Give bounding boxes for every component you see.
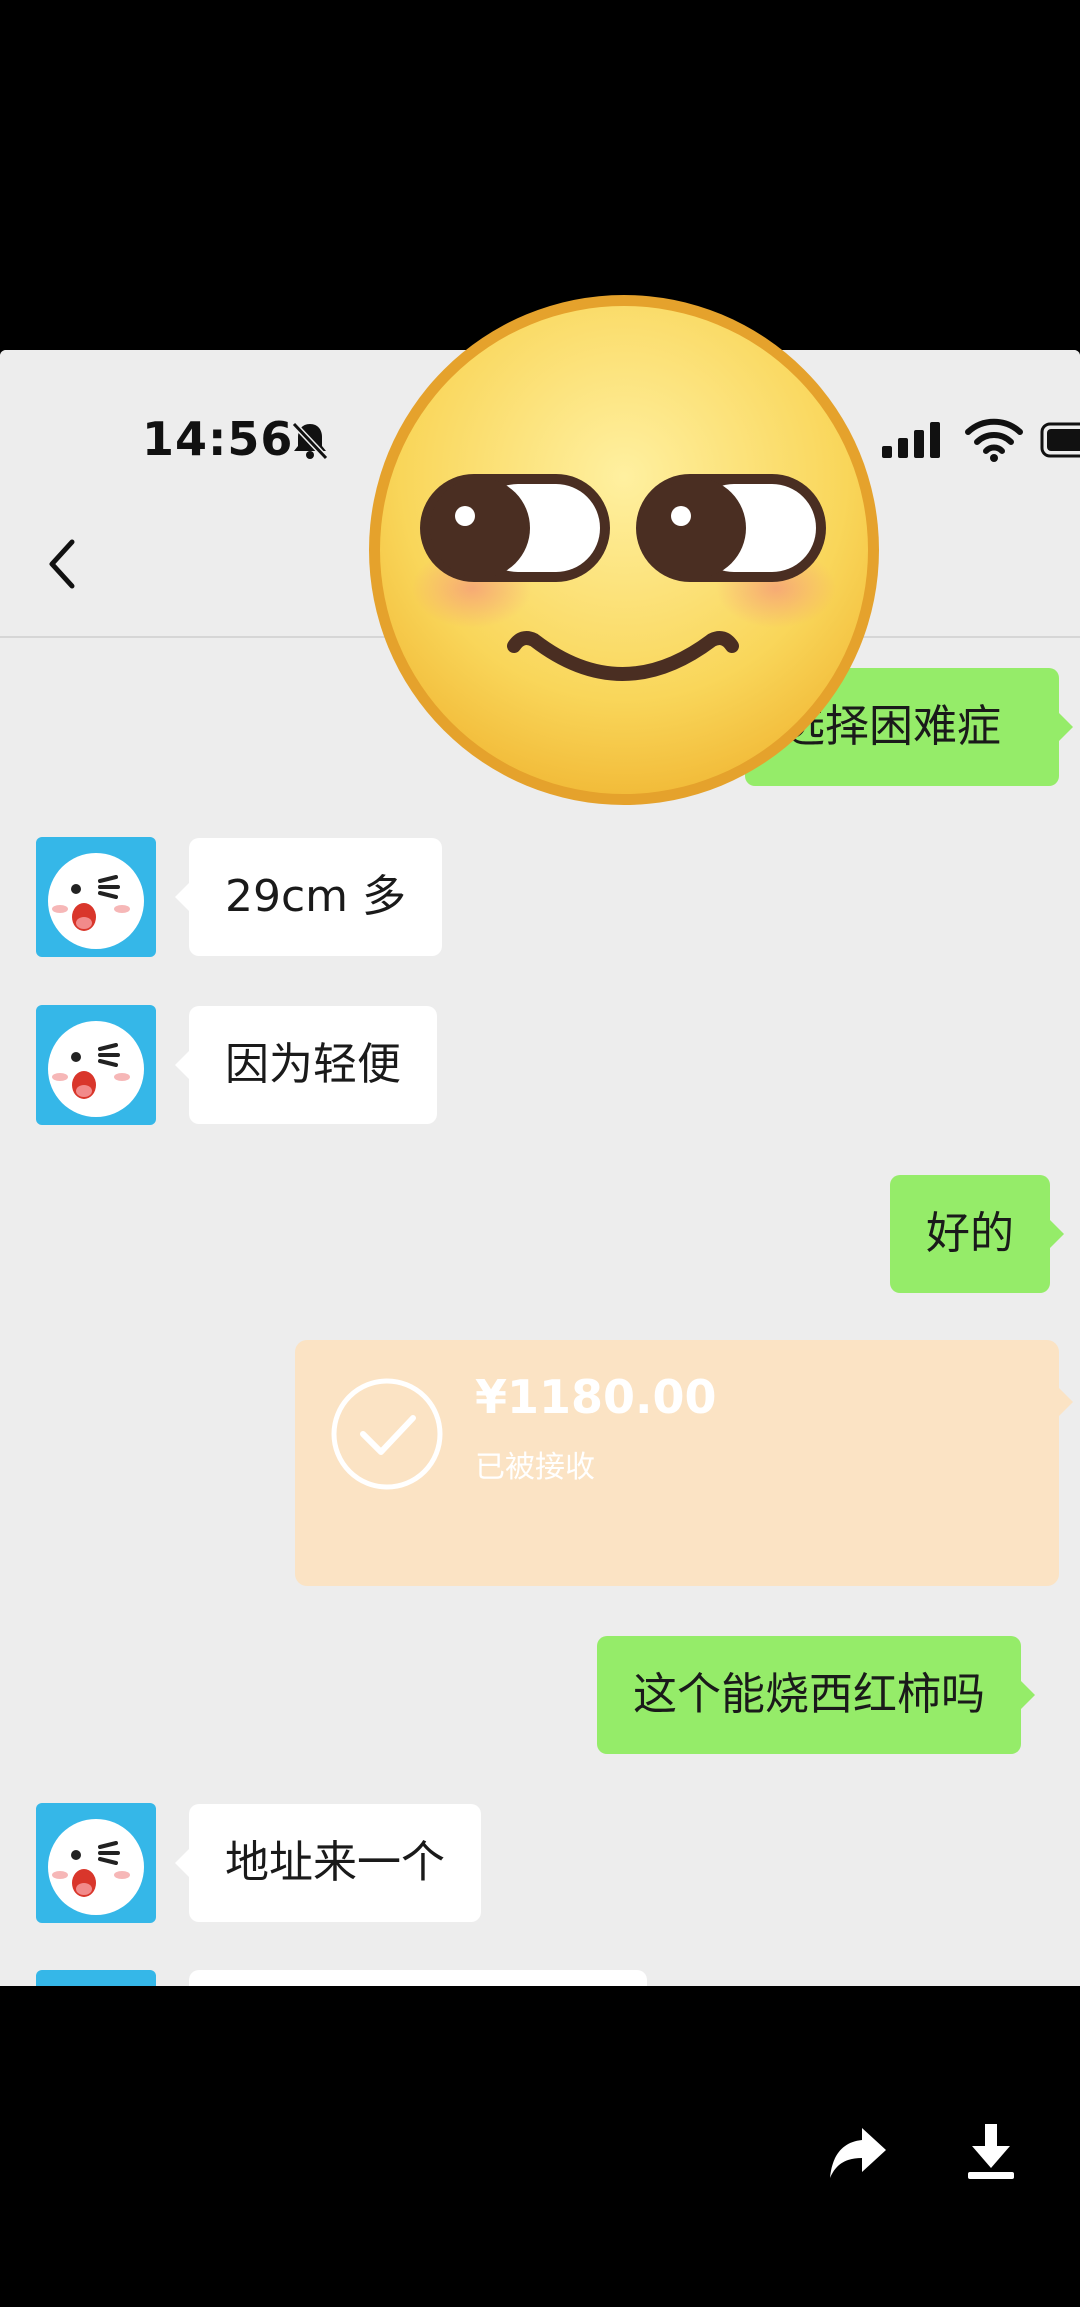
message-bubble-incoming[interactable]: 地址来一个 [175,1804,481,1922]
avatar[interactable] [36,1803,156,1923]
message-bubble-outgoing[interactable]: 这个能烧西红柿吗 [597,1636,1035,1754]
message-text: 这个能烧西红柿吗 [633,1669,985,1720]
transfer-card[interactable]: ¥1180.00 已被接收 [295,1340,1073,1586]
partial-message-row [0,1970,1080,1986]
bell-slash-icon [291,421,329,461]
message-bubble-incoming[interactable]: 29cm 多 [174,838,443,956]
message-bubble-outgoing[interactable]: 好的 [890,1175,1064,1293]
download-icon[interactable] [964,2122,1018,2180]
cartoon-avatar-icon [48,1819,144,1915]
cellular-signal-icon [882,422,940,458]
message-text: 29cm 多 [225,871,407,922]
message-text: 地址来一个 [225,1837,445,1888]
chevron-left-icon[interactable] [40,534,84,594]
message-bubble-incoming[interactable]: 因为轻便 [175,1006,437,1124]
wifi-icon [965,418,1023,462]
message-text: 因为轻便 [225,1039,401,1090]
avatar[interactable] [36,1005,156,1125]
check-circle-icon [331,1378,443,1490]
smirking-face-emoji [369,295,879,805]
share-icon[interactable] [828,2124,888,2180]
cartoon-avatar-icon [48,853,144,949]
message-text: 好的 [926,1208,1014,1259]
transfer-status: 已被接收 [475,1450,595,1485]
avatar[interactable] [36,837,156,957]
battery-icon [1040,422,1080,458]
status-time: 14:56 [142,412,294,466]
transfer-amount: ¥1180.00 [475,1370,717,1424]
image-viewer: 14:56 选择困难症 29cm 多 因为轻便 好的 ¥1180.00 已被接收… [0,0,1080,2307]
cartoon-avatar-icon [48,1021,144,1117]
